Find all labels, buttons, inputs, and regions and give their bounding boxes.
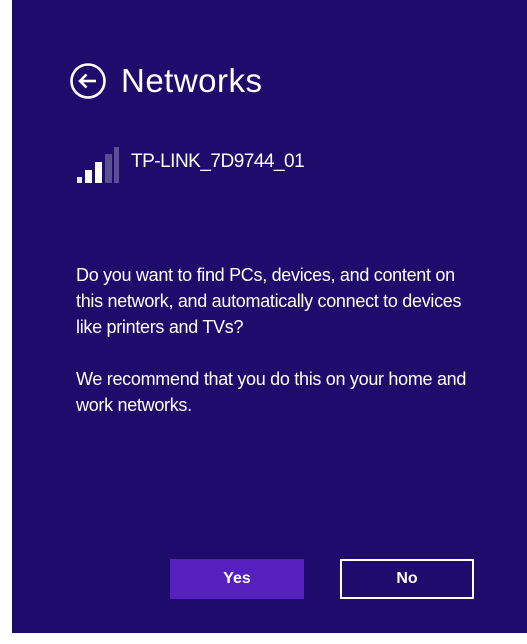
button-row: Yes No: [170, 559, 474, 599]
sharing-message: Do you want to find PCs, devices, and co…: [76, 262, 481, 418]
network-ssid: TP-LINK_7D9744_01: [131, 151, 305, 172]
no-button[interactable]: No: [340, 559, 474, 599]
network-item: TP-LINK_7D9744_01: [77, 147, 305, 183]
wifi-signal-bars-icon: [77, 147, 119, 183]
network-sharing-panel: Networks TP-LINK_7D9744_01 Do you want t…: [12, 0, 527, 633]
sharing-question: Do you want to find PCs, devices, and co…: [76, 265, 462, 337]
yes-button[interactable]: Yes: [170, 559, 304, 599]
back-button[interactable]: [69, 62, 107, 100]
page-title: Networks: [121, 62, 263, 99]
sharing-recommendation: We recommend that you do this on your ho…: [76, 369, 467, 415]
panel-header: Networks: [69, 62, 263, 100]
back-arrow-circle-icon: [70, 63, 106, 99]
